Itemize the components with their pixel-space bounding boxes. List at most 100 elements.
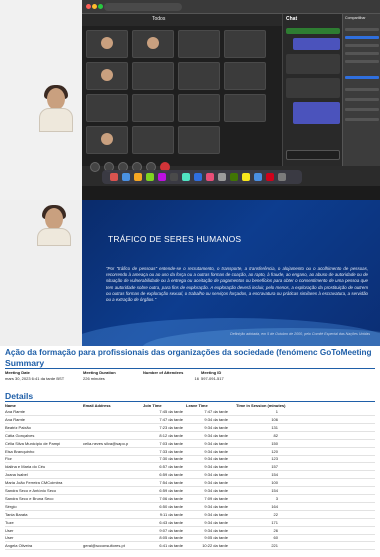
table-row-divider (5, 454, 375, 456)
settings-option[interactable] (345, 28, 379, 31)
leave-time: 10:22 da tarde (202, 543, 228, 549)
join-time: 8:05 da tarde (159, 535, 183, 541)
attendee-name: Maria João Ferreira CMCoimbra (5, 480, 63, 486)
meeting-view-label[interactable]: Todos (152, 16, 165, 22)
summary-header: Meeting ID (201, 370, 222, 375)
dock-app-icon[interactable] (158, 173, 166, 181)
details-header: Email Address (83, 403, 111, 408)
summary-value: 226 minutes (83, 376, 105, 381)
summary-value: 597-091-517 (201, 376, 224, 381)
participant-tile[interactable] (132, 30, 174, 58)
summary-value: 16 (194, 376, 199, 381)
participant-tile[interactable] (178, 62, 220, 90)
time-in-session: 157 (271, 464, 278, 470)
attendee-name: Cátia Gonçalves (5, 432, 35, 438)
participant-tile[interactable] (224, 62, 266, 90)
dock-app-icon[interactable] (206, 173, 214, 181)
dock-app-icon[interactable] (254, 173, 262, 181)
settings-panel: Compartilhar (342, 14, 380, 166)
leave-time: 9:34 da tarde (204, 472, 228, 478)
table-row-divider (5, 415, 375, 416)
dock-app-icon[interactable] (242, 173, 250, 181)
divider (5, 401, 375, 402)
divider (5, 368, 375, 369)
summary-header: Meeting Date (5, 370, 30, 375)
participant-tile[interactable] (86, 62, 128, 90)
chat-compose-input[interactable] (286, 150, 340, 160)
join-time: 7:45 da tarde (159, 409, 183, 414)
settings-option[interactable] (345, 52, 379, 55)
details-header: Time in Session (minutes) (236, 403, 286, 408)
join-time: 9:07 da tarde (159, 527, 183, 533)
table-row-divider (5, 462, 375, 464)
settings-option[interactable] (345, 76, 379, 79)
time-in-session: 22 (273, 511, 278, 517)
settings-option[interactable] (345, 88, 379, 91)
dock-app-icon[interactable] (134, 173, 142, 181)
table-row-divider (5, 541, 375, 543)
attendee-name: User (5, 535, 14, 541)
time-in-session: 150 (271, 440, 278, 446)
join-time: 8:12 da tarde (159, 432, 183, 438)
dock-app-icon[interactable] (182, 173, 190, 181)
slide-quote: "Por "tráfico de pessoas" entende-se o r… (106, 266, 368, 303)
attendee-name: Tuze (5, 519, 14, 525)
time-in-session: 26 (273, 527, 278, 533)
presenter-webcam-view (0, 200, 82, 346)
settings-option[interactable] (345, 118, 379, 121)
dock-app-icon[interactable] (170, 173, 178, 181)
dock-app-icon[interactable] (194, 173, 202, 181)
leave-time: 9:34 da tarde (204, 456, 228, 462)
laptop-screen: Todos Chat Compartilhar (82, 0, 380, 200)
participant-tile[interactable] (132, 126, 174, 154)
time-in-session: 1 (275, 409, 278, 414)
minimize-window-icon[interactable] (92, 4, 97, 9)
app-dock (102, 170, 302, 184)
participant-tile[interactable] (178, 126, 220, 154)
table-row-divider (5, 494, 375, 495)
attendee-name: Joana Isabel (5, 472, 28, 478)
table-row-divider (5, 478, 375, 480)
leave-time: 9:34 da tarde (204, 527, 228, 533)
settings-option[interactable] (345, 36, 379, 39)
presenter-avatar (36, 205, 72, 246)
attendee-name: Angela Oliveira (5, 543, 33, 549)
dock-app-icon[interactable] (218, 173, 226, 181)
participant-tile[interactable] (178, 94, 220, 122)
time-in-session: 154 (271, 488, 278, 493)
dock-app-icon[interactable] (146, 173, 154, 181)
attendee-name: Sandra Seco e António Seco (5, 488, 57, 493)
dock-app-icon[interactable] (230, 173, 238, 181)
address-bar[interactable] (104, 3, 182, 11)
participant-tile[interactable] (132, 94, 174, 122)
meeting-toolbar: Todos (82, 14, 282, 26)
settings-option[interactable] (345, 108, 379, 111)
participant-tile[interactable] (132, 62, 174, 90)
attendee-name: Célia Silva Município de Pampi (5, 440, 61, 446)
chat-message (293, 38, 340, 50)
attendee-name: User (5, 527, 14, 533)
participant-tile[interactable] (224, 94, 266, 122)
dock-app-icon[interactable] (110, 173, 118, 181)
participant-tile[interactable] (178, 30, 220, 58)
dock-app-icon[interactable] (266, 173, 274, 181)
time-in-session: 120 (271, 448, 278, 454)
dock-app-icon[interactable] (122, 173, 130, 181)
participant-tile[interactable] (86, 126, 128, 154)
time-in-session: 154 (271, 472, 278, 478)
close-window-icon[interactable] (86, 4, 91, 9)
participant-tile[interactable] (224, 30, 266, 58)
slide-source: Definição adotada, em 5 de Outubro de 20… (230, 332, 370, 336)
attendee-name: Flor (5, 456, 12, 462)
chat-heading: Chat (286, 16, 298, 22)
participant-tile[interactable] (86, 94, 128, 122)
leave-time: 7:09 da tarde (204, 495, 228, 501)
settings-option[interactable] (345, 98, 379, 101)
leave-time: 9:34 da tarde (204, 440, 228, 446)
settings-option[interactable] (345, 44, 379, 47)
settings-option[interactable] (345, 60, 379, 63)
dock-app-icon[interactable] (278, 173, 286, 181)
participant-tile[interactable] (86, 30, 128, 58)
maximize-window-icon[interactable] (98, 4, 103, 9)
microphone-icon[interactable] (90, 162, 100, 172)
